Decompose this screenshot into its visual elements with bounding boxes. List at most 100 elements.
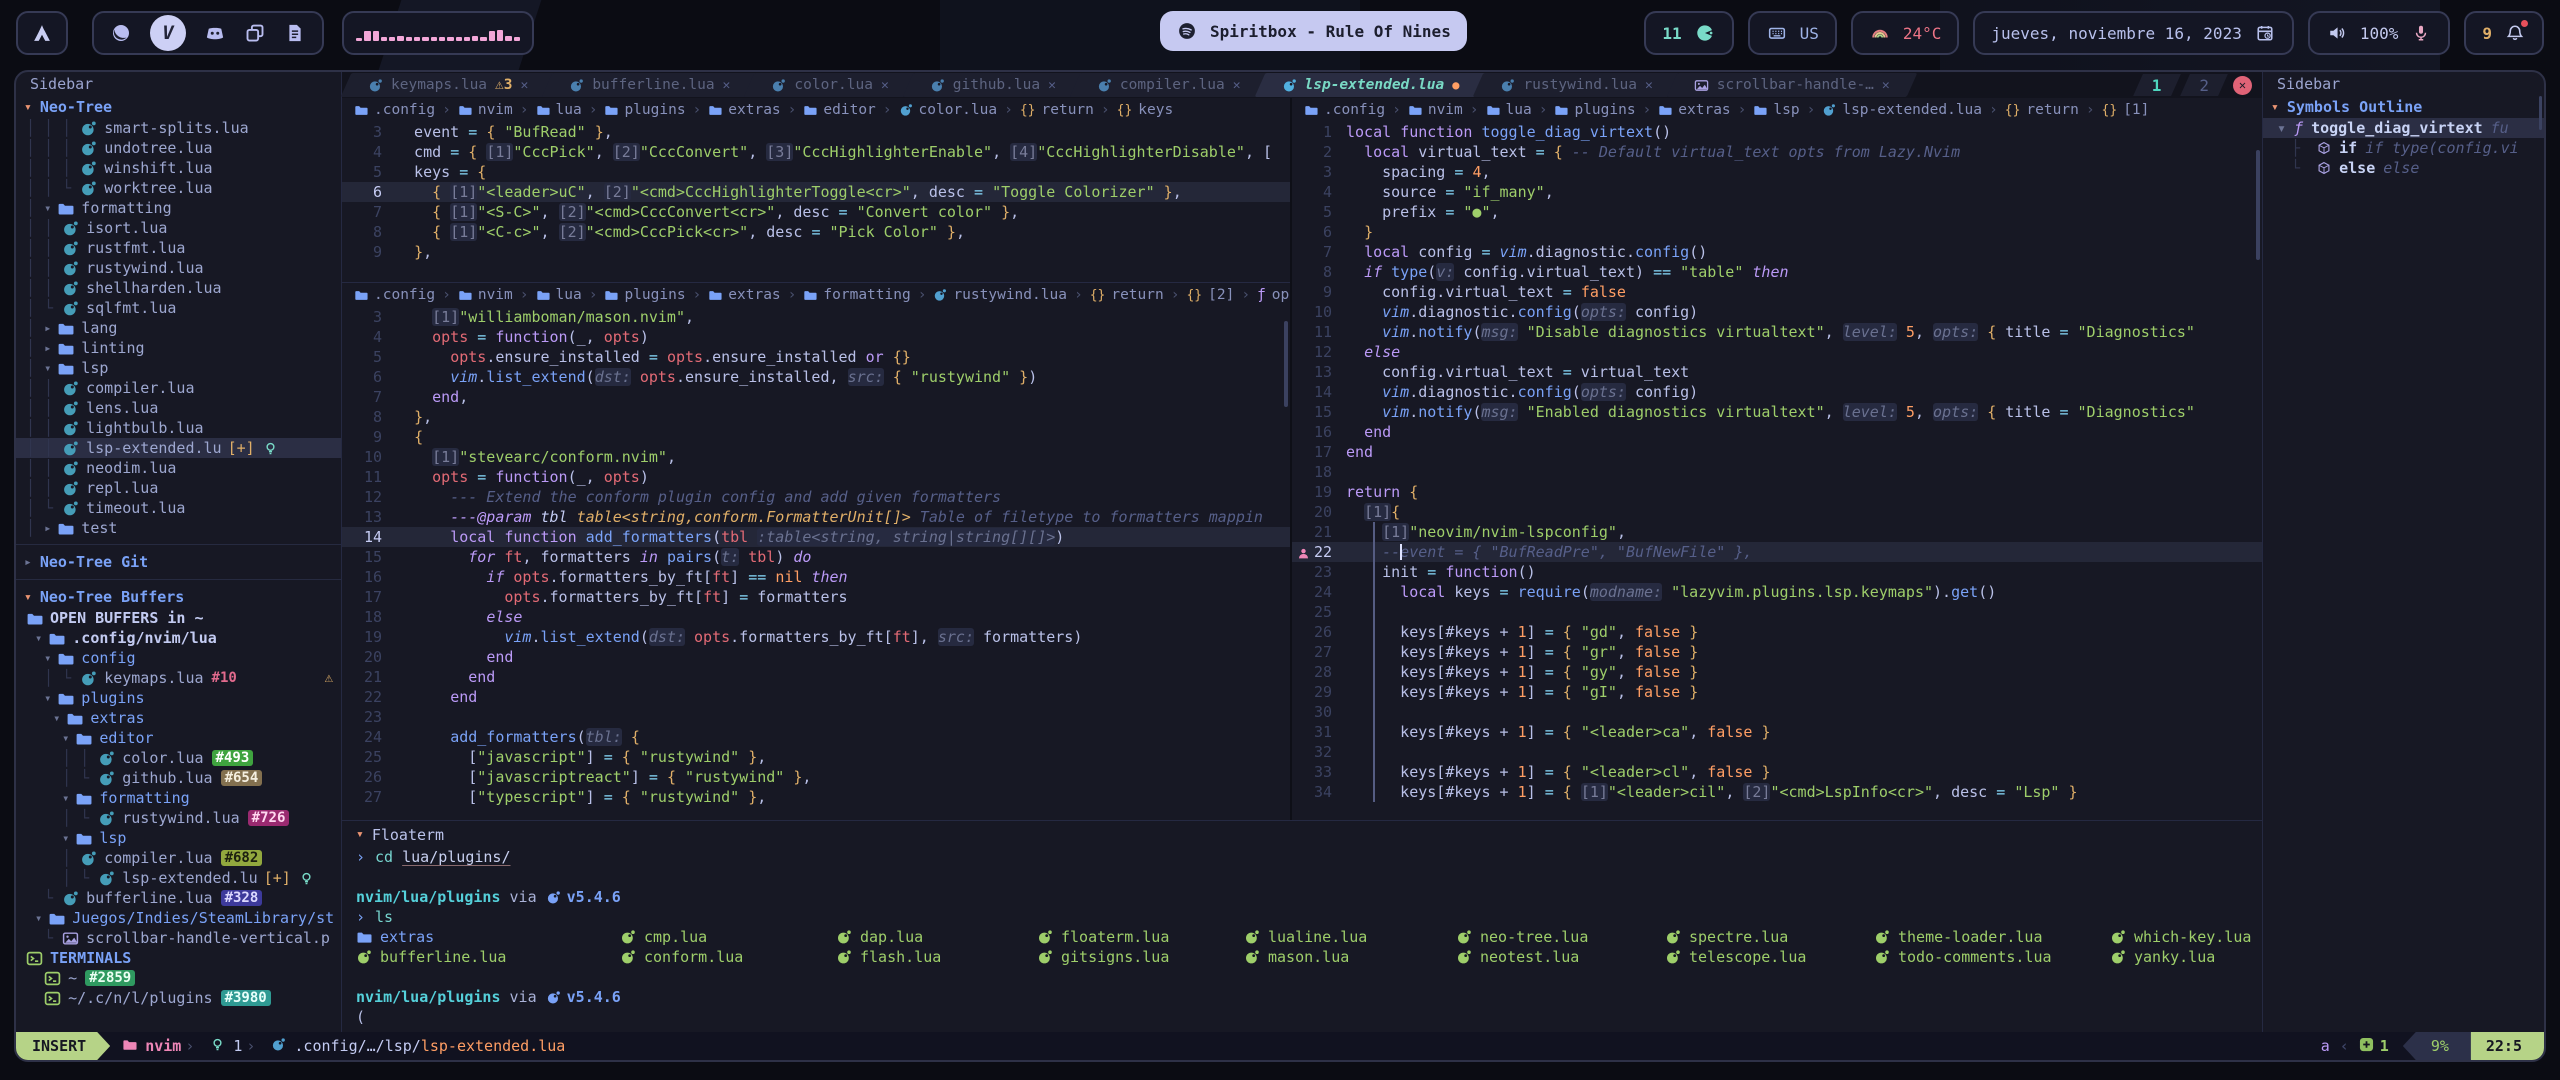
tree-item-compiler-lua[interactable]: │ compiler.lua#682 (16, 848, 341, 868)
code-line-25[interactable]: 25 ["javascript"] = { "rustywind" }, (342, 747, 1290, 767)
close-icon[interactable]: ✕ (881, 78, 889, 93)
tree-item-bufferline-lua[interactable]: └ bufferline.lua#328 (16, 888, 341, 908)
code-line-3[interactable]: 3 [1]"williamboman/mason.nvim", (342, 307, 1290, 327)
tree-item-repl-lua[interactable]: │ │ repl.lua (16, 478, 341, 498)
code-line-23[interactable]: 23 init = function() (1292, 562, 2262, 582)
tab-color-lua[interactable]: color.lua✕ (753, 72, 906, 98)
tree-item-plugins[interactable]: ▾plugins (16, 688, 341, 708)
code-line-16[interactable]: 16 end (1292, 422, 2262, 442)
code-line-33[interactable]: 33 keys[#keys + 1] = { "<leader>cl", fal… (1292, 762, 2262, 782)
launcher-button[interactable] (16, 11, 68, 55)
tree-item-lang[interactable]: │ ▸lang (16, 318, 341, 338)
tree-item-juegos-indies-steamlibrary-st[interactable]: ▾Juegos/Indies/SteamLibrary/st (16, 908, 341, 928)
tree-item-open-buffers-in-[interactable]: OPEN BUFFERS in ~ (16, 608, 341, 628)
code-line-9[interactable]: 9 }, (342, 242, 1290, 262)
code-line-20[interactable]: 20 end (342, 647, 1290, 667)
audio-widget[interactable]: 100% (2308, 11, 2451, 55)
code-line-6[interactable]: 6 } (1292, 222, 2262, 242)
floaterm-header[interactable]: ▾Floaterm (356, 823, 2262, 847)
tree-item-rustywind-lua[interactable]: │ │ rustywind.lua (16, 258, 341, 278)
tree-item-linting[interactable]: │ ▸linting (16, 338, 341, 358)
tree-item-smart-splits-lua[interactable]: │ │ │ smart-splits.lua (16, 118, 341, 138)
breadcrumb[interactable]: .config›nvim›lua›plugins›extras›formatti… (342, 283, 1290, 307)
cwd-label[interactable]: nvim (145, 1037, 181, 1055)
date-widget[interactable]: jueves, noviembre 16, 2023 (1973, 11, 2293, 55)
tree-item-lsp-extended-lu[interactable]: │ └ lsp-extended.lu[+] (16, 868, 341, 888)
code-line-7[interactable]: 7 { [1]"<S-C>", [2]"<cmd>CccConvert<cr>"… (342, 202, 1290, 222)
tree-item-terminals[interactable]: TERMINALS (16, 948, 341, 968)
code-line-14[interactable]: 14 local function add_formatters(tbl :ta… (342, 527, 1290, 547)
code-line-26[interactable]: 26 keys[#keys + 1] = { "gd", false } (1292, 622, 2262, 642)
tree-item-github-lua[interactable]: │ └ github.lua#654 (16, 768, 341, 788)
tab-compiler-lua[interactable]: compiler.lua✕ (1079, 72, 1259, 98)
tab-bufferline-lua[interactable]: bufferline.lua✕ (551, 72, 748, 98)
tree-item-rustfmt-lua[interactable]: │ │ rustfmt.lua (16, 238, 341, 258)
tab-keymaps-lua[interactable]: keymaps.lua⚠3✕ (350, 72, 546, 98)
code-line-32[interactable]: 32 (1292, 742, 2262, 762)
close-all-button[interactable]: ✕ (2233, 76, 2252, 95)
code-line-9[interactable]: 9 { (342, 427, 1290, 447)
tree-item-lsp[interactable]: │ ▾lsp (16, 358, 341, 378)
tree-item-lens-lua[interactable]: │ │ lens.lua (16, 398, 341, 418)
code-line-8[interactable]: 8 if type(v: config.virtual_text) == "ta… (1292, 262, 2262, 282)
neotree-buffers-section-header[interactable]: ▾Neo-Tree Buffers (16, 586, 341, 608)
tree-item-editor[interactable]: ▾editor (16, 728, 341, 748)
tree-item-sqlfmt-lua[interactable]: │ └ sqlfmt.lua (16, 298, 341, 318)
copy-icon[interactable] (244, 22, 266, 44)
keyboard-layout-widget[interactable]: US (1748, 11, 1837, 55)
code-line-5[interactable]: 5 opts.ensure_installed = opts.ensure_in… (342, 347, 1290, 367)
firefox-icon[interactable] (110, 22, 132, 44)
tabpage-1[interactable]: 1 (2138, 73, 2176, 97)
updates-widget[interactable]: 11 (1644, 11, 1733, 55)
code-line-27[interactable]: 27 ["typescript"] = { "rustywind" }, (342, 787, 1290, 807)
code-line-5[interactable]: 5 keys = { (342, 162, 1290, 182)
tab-rustywind-lua[interactable]: rustywind.lua✕ (1482, 72, 1670, 98)
tree-item--[interactable]: ~#2859 (16, 968, 341, 988)
code-rustywind-lua[interactable]: 3 [1]"williamboman/mason.nvim",4 opts = … (342, 307, 1290, 820)
tree-item-lsp[interactable]: ▾lsp (16, 828, 341, 848)
tree-item-rustywind-lua[interactable]: │ └ rustywind.lua#726 (16, 808, 341, 828)
code-line-8[interactable]: 8 { [1]"<C-c>", [2]"<cmd>CccPick<cr>", d… (342, 222, 1290, 242)
tree-item--config-nvim-lua[interactable]: ▾.config/nvim/lua (16, 628, 341, 648)
tree-item-formatting[interactable]: ▾formatting (16, 788, 341, 808)
tree-item-formatting[interactable]: │ ▾formatting (16, 198, 341, 218)
code-line-24[interactable]: 24 local keys = require(modname: "lazyvi… (1292, 582, 2262, 602)
terminal-output[interactable]: ›cd lua/plugins/nvim/lua/plugins via v5.… (356, 847, 2262, 1027)
code-line-28[interactable]: 28 keys[#keys + 1] = { "gy", false } (1292, 662, 2262, 682)
code-line-29[interactable]: 29 keys[#keys + 1] = { "gI", false } (1292, 682, 2262, 702)
tab-github-lua[interactable]: github.lua✕ (912, 72, 1074, 98)
code-line-7[interactable]: 7 local config = vim.diagnostic.config() (1292, 242, 2262, 262)
tabpage-2[interactable]: 2 (2185, 73, 2223, 97)
code-line-31[interactable]: 31 keys[#keys + 1] = { "<leader>ca", fal… (1292, 722, 2262, 742)
code-line-15[interactable]: 15 for ft, formatters in pairs(t: tbl) d… (342, 547, 1290, 567)
tree-item-isort-lua[interactable]: │ │ isort.lua (16, 218, 341, 238)
code-line-3[interactable]: 3 event = { "BufRead" }, (342, 122, 1290, 142)
code-line-8[interactable]: 8 }, (342, 407, 1290, 427)
code-line-2[interactable]: 2 local virtual_text = { -- Default virt… (1292, 142, 2262, 162)
scrollbar[interactable] (1284, 321, 1288, 407)
code-line-21[interactable]: 21 end (342, 667, 1290, 687)
code-line-5[interactable]: 5 prefix = "●", (1292, 202, 2262, 222)
neotree-git-section-header[interactable]: ▸Neo-Tree Git (16, 551, 341, 573)
code-line-22[interactable]: 22 --event = { "BufReadPre", "BufNewFile… (1292, 542, 2262, 562)
code-line-6[interactable]: 6 { [1]"<leader>uC", [2]"<cmd>CccHighlig… (342, 182, 1290, 202)
code-line-25[interactable]: 25 (1292, 602, 2262, 622)
code-line-27[interactable]: 27 keys[#keys + 1] = { "gr", false } (1292, 642, 2262, 662)
tree-item-undotree-lua[interactable]: │ │ │ undotree.lua (16, 138, 341, 158)
tree-item-config[interactable]: ▾config (16, 648, 341, 668)
breadcrumb[interactable]: .config›nvim›lua›plugins›extras›editor›c… (342, 98, 1290, 122)
code-line-4[interactable]: 4 cmd = { [1]"CccPick", [2]"CccConvert",… (342, 142, 1290, 162)
code-line-17[interactable]: 17end (1292, 442, 2262, 462)
code-line-15[interactable]: 15 vim.notify(msg: "Enabled diagnostics … (1292, 402, 2262, 422)
close-icon[interactable]: ✕ (1645, 78, 1653, 93)
now-playing-widget[interactable]: Spiritbox - Rule Of Nines (1160, 11, 1467, 51)
code-line-21[interactable]: 21 [1]"neovim/nvim-lspconfig", (1292, 522, 2262, 542)
code-line-22[interactable]: 22 end (342, 687, 1290, 707)
code-line-18[interactable]: 18 (1292, 462, 2262, 482)
code-line-20[interactable]: 20 [1]{ (1292, 502, 2262, 522)
code-line-11[interactable]: 11 opts = function(_, opts) (342, 467, 1290, 487)
code-line-17[interactable]: 17 opts.formatters_by_ft[ft] = formatter… (342, 587, 1290, 607)
code-line-7[interactable]: 7 end, (342, 387, 1290, 407)
outline-item-toggle_diag_virtext[interactable]: ▾ƒtoggle_diag_virtextfu (2263, 118, 2544, 138)
code-line-24[interactable]: 24 add_formatters(tbl: { (342, 727, 1290, 747)
